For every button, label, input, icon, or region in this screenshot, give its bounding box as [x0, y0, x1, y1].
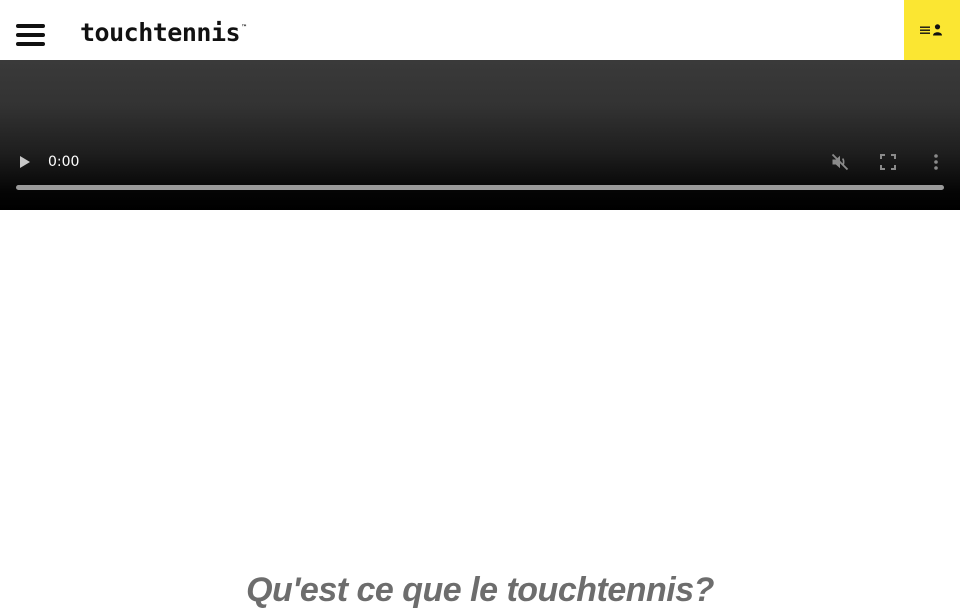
hamburger-menu-icon[interactable]: [16, 24, 46, 46]
play-icon[interactable]: [18, 154, 32, 170]
menu-bar: [16, 42, 45, 46]
account-menu-button[interactable]: [904, 0, 960, 60]
more-options-icon[interactable]: [930, 152, 942, 172]
video-player[interactable]: 0:00: [0, 60, 960, 210]
menu-bar: [16, 33, 45, 37]
touchtennis-logo[interactable]: touchtennis ™: [80, 16, 247, 50]
trademark-mark: ™: [241, 24, 248, 31]
logo-text: touchtennis: [80, 18, 241, 47]
muted-volume-icon[interactable]: [830, 152, 850, 172]
fullscreen-icon[interactable]: [879, 153, 897, 171]
section-title: Qu'est ce que le touchtennis?: [246, 571, 714, 610]
video-current-time: 0:00: [48, 154, 80, 170]
menu-bar: [16, 24, 45, 28]
account-list-user-icon: [920, 24, 942, 36]
video-progress-bar[interactable]: [16, 185, 944, 190]
site-header: touchtennis ™: [0, 0, 960, 60]
